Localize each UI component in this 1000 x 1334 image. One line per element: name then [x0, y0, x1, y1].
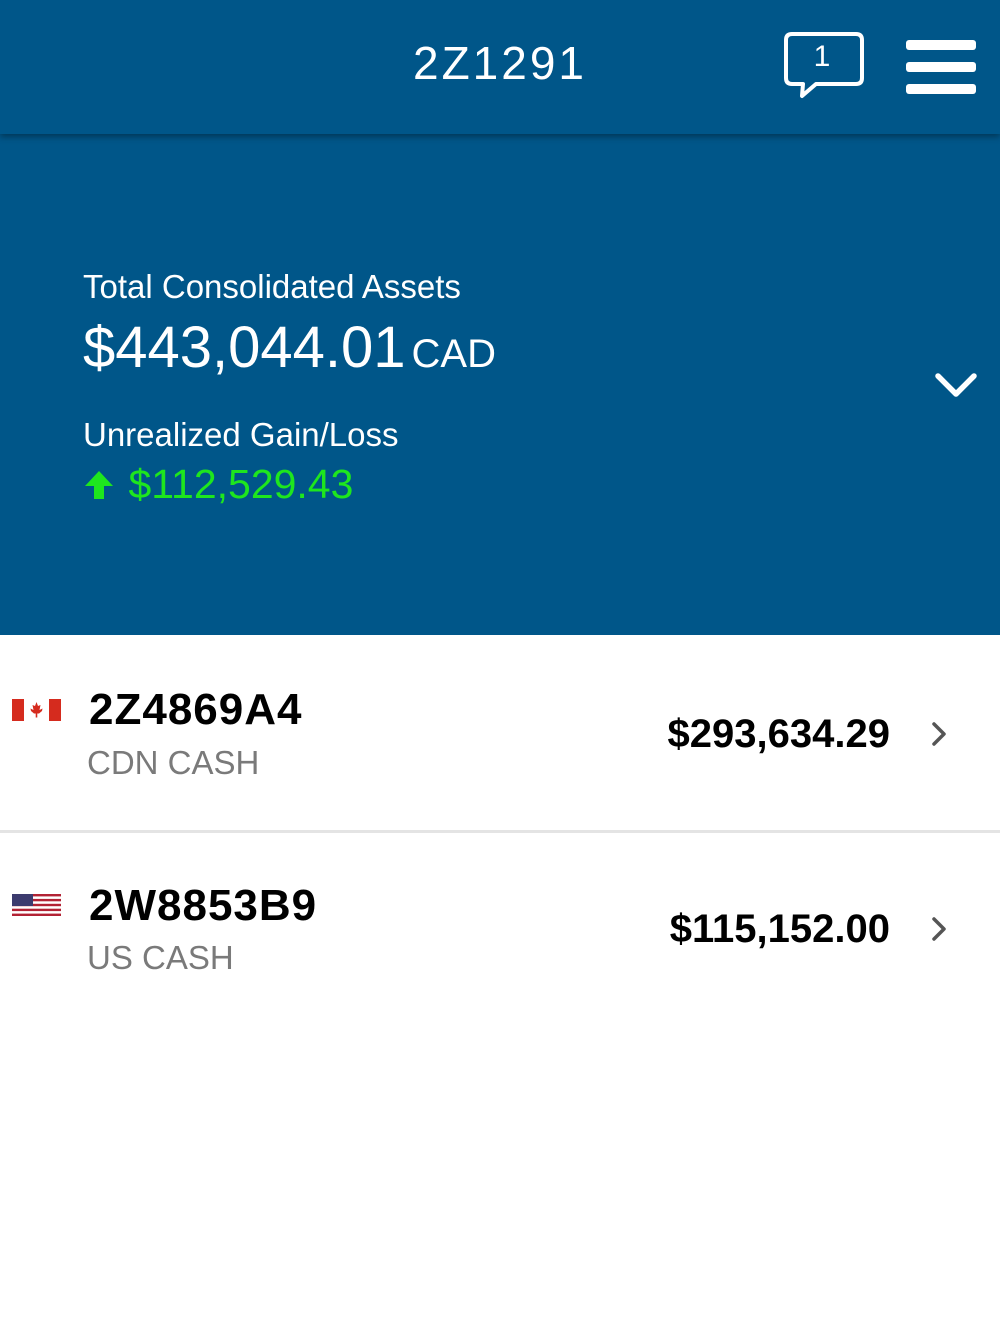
- canada-flag-icon: [12, 699, 61, 721]
- account-row[interactable]: 2W8853B9 US CASH $115,152.00: [0, 833, 1000, 1028]
- messages-button[interactable]: 1: [782, 30, 868, 102]
- chevron-right-icon: [932, 722, 946, 746]
- chevron-down-icon: [935, 373, 977, 397]
- us-flag-icon: [12, 894, 61, 916]
- account-number: 2W8853B9: [89, 881, 318, 930]
- total-assets-value: $443,044.01 CAD: [83, 314, 496, 381]
- menu-button[interactable]: [906, 38, 976, 98]
- account-type: US CASH: [87, 939, 234, 976]
- app-header: 2Z1291 1: [0, 0, 1000, 134]
- unrealized-gain-row: $112,529.43: [82, 461, 353, 511]
- hamburger-icon: [906, 40, 976, 50]
- account-row[interactable]: 2Z4869A4 CDN CASH $293,634.29: [0, 637, 1000, 832]
- account-number: 2Z4869A4: [89, 685, 303, 734]
- total-assets-amount: $443,044.01: [83, 315, 406, 380]
- message-count-badge: 1: [813, 40, 831, 73]
- unrealized-gain-value: $112,529.43: [128, 461, 354, 507]
- account-balance: $293,634.29: [667, 712, 890, 756]
- expand-summary-button[interactable]: [930, 364, 982, 408]
- chevron-right-icon: [932, 917, 946, 941]
- account-balance: $115,152.00: [669, 907, 890, 951]
- total-assets-currency: CAD: [411, 332, 496, 376]
- arrow-up-icon: [85, 470, 113, 499]
- unrealized-gain-label: Unrealized Gain/Loss: [83, 416, 399, 453]
- account-type: CDN CASH: [87, 744, 260, 781]
- total-assets-label: Total Consolidated Assets: [83, 268, 461, 305]
- assets-summary-panel: Total Consolidated Assets $443,044.01 CAD…: [0, 134, 1000, 635]
